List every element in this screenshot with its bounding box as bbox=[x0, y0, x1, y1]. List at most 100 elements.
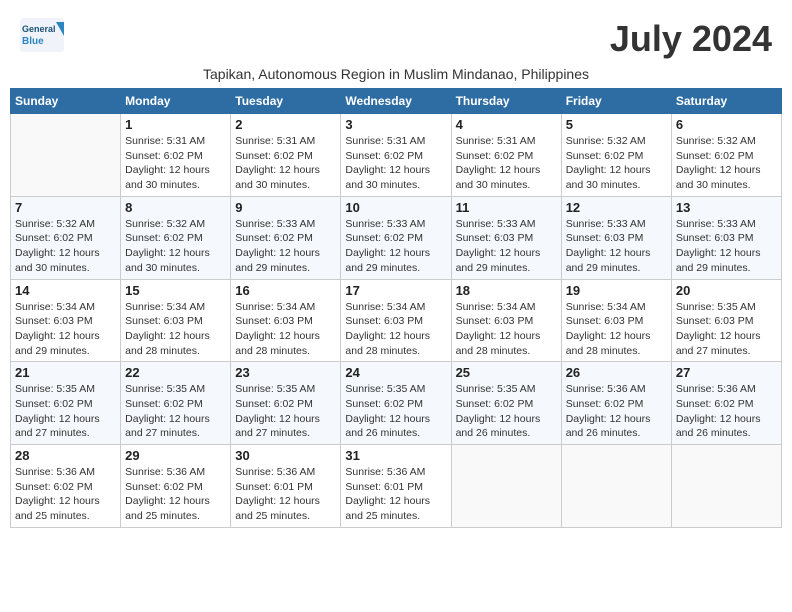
calendar-cell: 17 Sunrise: 5:34 AM Sunset: 6:03 PM Dayli… bbox=[341, 279, 451, 362]
day-number: 27 bbox=[676, 365, 777, 380]
day-number: 30 bbox=[235, 448, 336, 463]
month-year-title: July 2024 bbox=[610, 18, 772, 60]
day-number: 5 bbox=[566, 117, 667, 132]
day-info: Sunrise: 5:35 AM Sunset: 6:02 PM Dayligh… bbox=[235, 382, 336, 441]
day-number: 20 bbox=[676, 283, 777, 298]
day-info: Sunrise: 5:35 AM Sunset: 6:02 PM Dayligh… bbox=[125, 382, 226, 441]
page-header: General Blue July 2024 bbox=[10, 10, 782, 64]
weekday-header: Saturday bbox=[671, 89, 781, 114]
weekday-header: Wednesday bbox=[341, 89, 451, 114]
day-info: Sunrise: 5:34 AM Sunset: 6:03 PM Dayligh… bbox=[456, 300, 557, 359]
calendar-cell: 1Sunrise: 5:31 AM Sunset: 6:02 PM Daylig… bbox=[121, 114, 231, 197]
day-info: Sunrise: 5:35 AM Sunset: 6:02 PM Dayligh… bbox=[15, 382, 116, 441]
day-number: 26 bbox=[566, 365, 667, 380]
calendar-cell: 3 Sunrise: 5:31 AM Sunset: 6:02 PM Daylig… bbox=[341, 114, 451, 197]
day-info: Sunrise: 5:33 AM Sunset: 6:02 PM Dayligh… bbox=[235, 217, 336, 276]
day-info: Sunrise: 5:32 AM Sunset: 6:02 PM Dayligh… bbox=[676, 134, 777, 193]
day-number: 21 bbox=[15, 365, 116, 380]
day-info: Sunrise: 5:35 AM Sunset: 6:03 PM Dayligh… bbox=[676, 300, 777, 359]
calendar-week-row: 7Sunrise: 5:32 AM Sunset: 6:02 PM Daylig… bbox=[11, 196, 782, 279]
day-number: 22 bbox=[125, 365, 226, 380]
calendar-cell: 16 Sunrise: 5:34 AM Sunset: 6:03 PM Dayli… bbox=[231, 279, 341, 362]
calendar-cell: 29 Sunrise: 5:36 AM Sunset: 6:02 PM Dayli… bbox=[121, 445, 231, 528]
calendar-cell: 6Sunrise: 5:32 AM Sunset: 6:02 PM Daylig… bbox=[671, 114, 781, 197]
day-info: Sunrise: 5:32 AM Sunset: 6:02 PM Dayligh… bbox=[125, 217, 226, 276]
day-number: 19 bbox=[566, 283, 667, 298]
day-info: Sunrise: 5:36 AM Sunset: 6:02 PM Dayligh… bbox=[676, 382, 777, 441]
calendar-cell: 18 Sunrise: 5:34 AM Sunset: 6:03 PM Dayli… bbox=[451, 279, 561, 362]
calendar-cell: 13 Sunrise: 5:33 AM Sunset: 6:03 PM Dayli… bbox=[671, 196, 781, 279]
day-number: 28 bbox=[15, 448, 116, 463]
calendar-cell: 21 Sunrise: 5:35 AM Sunset: 6:02 PM Dayli… bbox=[11, 362, 121, 445]
day-number: 24 bbox=[345, 365, 446, 380]
weekday-header: Tuesday bbox=[231, 89, 341, 114]
calendar-cell: 2 Sunrise: 5:31 AM Sunset: 6:02 PM Daylig… bbox=[231, 114, 341, 197]
day-number: 4 bbox=[456, 117, 557, 132]
day-number: 31 bbox=[345, 448, 446, 463]
calendar-cell: 4Sunrise: 5:31 AM Sunset: 6:02 PM Daylig… bbox=[451, 114, 561, 197]
calendar-cell: 27 Sunrise: 5:36 AM Sunset: 6:02 PM Dayli… bbox=[671, 362, 781, 445]
calendar-cell: 8Sunrise: 5:32 AM Sunset: 6:02 PM Daylig… bbox=[121, 196, 231, 279]
day-info: Sunrise: 5:33 AM Sunset: 6:03 PM Dayligh… bbox=[456, 217, 557, 276]
weekday-header-row: SundayMondayTuesdayWednesdayThursdayFrid… bbox=[11, 89, 782, 114]
day-info: Sunrise: 5:36 AM Sunset: 6:01 PM Dayligh… bbox=[235, 465, 336, 524]
day-info: Sunrise: 5:34 AM Sunset: 6:03 PM Dayligh… bbox=[235, 300, 336, 359]
calendar-cell bbox=[451, 445, 561, 528]
day-info: Sunrise: 5:32 AM Sunset: 6:02 PM Dayligh… bbox=[566, 134, 667, 193]
day-number: 12 bbox=[566, 200, 667, 215]
calendar-cell bbox=[671, 445, 781, 528]
day-number: 17 bbox=[345, 283, 446, 298]
day-info: Sunrise: 5:36 AM Sunset: 6:02 PM Dayligh… bbox=[566, 382, 667, 441]
calendar-cell: 15Sunrise: 5:34 AM Sunset: 6:03 PM Dayli… bbox=[121, 279, 231, 362]
day-number: 29 bbox=[125, 448, 226, 463]
day-info: Sunrise: 5:36 AM Sunset: 6:02 PM Dayligh… bbox=[125, 465, 226, 524]
calendar-cell: 19Sunrise: 5:34 AM Sunset: 6:03 PM Dayli… bbox=[561, 279, 671, 362]
day-info: Sunrise: 5:33 AM Sunset: 6:03 PM Dayligh… bbox=[566, 217, 667, 276]
calendar-cell: 31 Sunrise: 5:36 AM Sunset: 6:01 PM Dayli… bbox=[341, 445, 451, 528]
day-number: 9 bbox=[235, 200, 336, 215]
day-info: Sunrise: 5:33 AM Sunset: 6:03 PM Dayligh… bbox=[676, 217, 777, 276]
day-info: Sunrise: 5:31 AM Sunset: 6:02 PM Dayligh… bbox=[345, 134, 446, 193]
calendar-cell: 9 Sunrise: 5:33 AM Sunset: 6:02 PM Daylig… bbox=[231, 196, 341, 279]
calendar-cell: 22 Sunrise: 5:35 AM Sunset: 6:02 PM Dayli… bbox=[121, 362, 231, 445]
day-info: Sunrise: 5:35 AM Sunset: 6:02 PM Dayligh… bbox=[456, 382, 557, 441]
calendar-cell: 20 Sunrise: 5:35 AM Sunset: 6:03 PM Dayli… bbox=[671, 279, 781, 362]
calendar-cell: 28 Sunrise: 5:36 AM Sunset: 6:02 PM Dayli… bbox=[11, 445, 121, 528]
day-number: 3 bbox=[345, 117, 446, 132]
day-number: 23 bbox=[235, 365, 336, 380]
calendar-cell: 26 Sunrise: 5:36 AM Sunset: 6:02 PM Dayli… bbox=[561, 362, 671, 445]
day-info: Sunrise: 5:34 AM Sunset: 6:03 PM Dayligh… bbox=[15, 300, 116, 359]
calendar-cell: 23 Sunrise: 5:35 AM Sunset: 6:02 PM Dayli… bbox=[231, 362, 341, 445]
svg-text:General: General bbox=[22, 24, 56, 34]
day-info: Sunrise: 5:36 AM Sunset: 6:01 PM Dayligh… bbox=[345, 465, 446, 524]
day-number: 25 bbox=[456, 365, 557, 380]
day-number: 11 bbox=[456, 200, 557, 215]
day-number: 13 bbox=[676, 200, 777, 215]
day-info: Sunrise: 5:32 AM Sunset: 6:02 PM Dayligh… bbox=[15, 217, 116, 276]
weekday-header: Sunday bbox=[11, 89, 121, 114]
calendar-cell: 5 Sunrise: 5:32 AM Sunset: 6:02 PM Daylig… bbox=[561, 114, 671, 197]
calendar-cell: 7Sunrise: 5:32 AM Sunset: 6:02 PM Daylig… bbox=[11, 196, 121, 279]
day-info: Sunrise: 5:33 AM Sunset: 6:02 PM Dayligh… bbox=[345, 217, 446, 276]
calendar-week-row: 14 Sunrise: 5:34 AM Sunset: 6:03 PM Dayli… bbox=[11, 279, 782, 362]
calendar-cell: 11 Sunrise: 5:33 AM Sunset: 6:03 PM Dayli… bbox=[451, 196, 561, 279]
day-info: Sunrise: 5:36 AM Sunset: 6:02 PM Dayligh… bbox=[15, 465, 116, 524]
calendar-table: SundayMondayTuesdayWednesdayThursdayFrid… bbox=[10, 88, 782, 528]
day-number: 16 bbox=[235, 283, 336, 298]
day-number: 18 bbox=[456, 283, 557, 298]
day-number: 1 bbox=[125, 117, 226, 132]
calendar-cell: 25 Sunrise: 5:35 AM Sunset: 6:02 PM Dayli… bbox=[451, 362, 561, 445]
location-subtitle: Tapikan, Autonomous Region in Muslim Min… bbox=[10, 66, 782, 82]
calendar-cell: 30 Sunrise: 5:36 AM Sunset: 6:01 PM Dayli… bbox=[231, 445, 341, 528]
day-number: 2 bbox=[235, 117, 336, 132]
calendar-week-row: 1 Sunrise: 5:31 AM Sunset: 6:02 PM Daylig… bbox=[11, 114, 782, 197]
day-info: Sunrise: 5:31 AM Sunset: 6:02 PM Dayligh… bbox=[235, 134, 336, 193]
day-info: Sunrise: 5:34 AM Sunset: 6:03 PM Dayligh… bbox=[125, 300, 226, 359]
calendar-week-row: 28 Sunrise: 5:36 AM Sunset: 6:02 PM Dayli… bbox=[11, 445, 782, 528]
weekday-header: Thursday bbox=[451, 89, 561, 114]
logo: General Blue bbox=[20, 18, 64, 52]
calendar-cell: 14 Sunrise: 5:34 AM Sunset: 6:03 PM Dayli… bbox=[11, 279, 121, 362]
day-number: 14 bbox=[15, 283, 116, 298]
calendar-cell bbox=[11, 114, 121, 197]
day-info: Sunrise: 5:34 AM Sunset: 6:03 PM Dayligh… bbox=[345, 300, 446, 359]
